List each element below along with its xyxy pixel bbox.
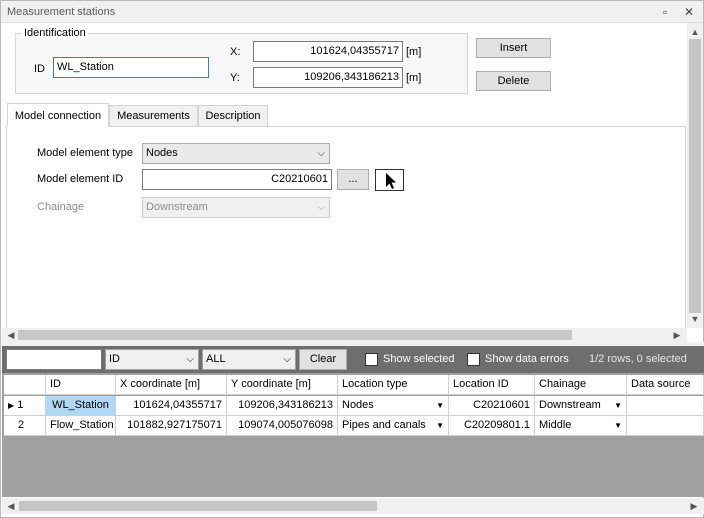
pick-element-button[interactable] <box>375 169 404 191</box>
table-row[interactable]: ▶ 1 WL_Station 101624,04355717 109206,34… <box>2 396 704 416</box>
y-coordinate-input[interactable]: 109206,343186213 <box>253 67 403 88</box>
cell-location-id[interactable]: C20209801.1 <box>449 416 535 436</box>
show-selected-checkbox[interactable] <box>365 353 378 366</box>
cell-id[interactable]: WL_Station <box>46 396 116 416</box>
cell-chainage[interactable]: Middle ▼ <box>535 416 627 436</box>
filter-column-select[interactable]: ID ⌵ <box>105 349 199 370</box>
cell-data-source[interactable] <box>627 416 704 436</box>
show-data-errors-checkbox[interactable] <box>467 353 480 366</box>
cell-location-type[interactable]: Pipes and canals ▼ <box>338 416 449 436</box>
row-number: 2 <box>18 419 25 431</box>
scroll-down-icon[interactable]: ▼ <box>689 314 701 324</box>
cell-y[interactable]: 109206,343186213 <box>227 396 338 416</box>
row-header[interactable]: 2 <box>4 416 46 436</box>
filter-column-value: ID <box>109 353 120 365</box>
scroll-left-icon[interactable]: ◀ <box>5 501 17 511</box>
column-header-chainage[interactable]: Chainage <box>535 375 627 395</box>
cell-x[interactable]: 101624,04355717 <box>116 396 227 416</box>
chainage-label: Chainage <box>37 201 85 213</box>
identification-legend: Identification <box>22 27 88 39</box>
filter-scope-value: ALL <box>206 353 226 365</box>
table-row[interactable]: 2 Flow_Station 101882,927175071 109074,0… <box>2 416 704 436</box>
chevron-down-icon: ⌵ <box>186 354 194 365</box>
dropdown-arrow-icon[interactable]: ▼ <box>436 396 444 415</box>
stations-grid: ID X coordinate [m] Y coordinate [m] Loc… <box>2 373 704 497</box>
column-header-x[interactable]: X coordinate [m] <box>116 375 227 395</box>
show-data-errors-label: Show data errors <box>485 353 569 365</box>
scroll-right-icon[interactable]: ▶ <box>671 330 683 340</box>
column-header-y[interactable]: Y coordinate [m] <box>227 375 338 395</box>
column-header-data-source[interactable]: Data source <box>627 375 704 395</box>
chainage-cell-value: Downstream <box>539 399 601 411</box>
current-row-icon: ▶ <box>8 401 15 410</box>
model-element-type-label: Model element type <box>37 147 133 159</box>
chevron-down-icon: ⌵ <box>317 202 325 213</box>
filter-scope-select[interactable]: ALL ⌵ <box>202 349 296 370</box>
delete-button[interactable]: Delete <box>476 71 551 91</box>
scrollbar-thumb[interactable] <box>19 501 377 511</box>
restore-icon[interactable]: ▫ <box>657 4 673 20</box>
tab-model-connection[interactable]: Model connection <box>7 103 109 127</box>
scroll-right-icon[interactable]: ▶ <box>688 501 700 511</box>
filter-input[interactable] <box>6 349 102 370</box>
scroll-up-icon[interactable]: ▲ <box>689 27 701 37</box>
cursor-arrow-icon <box>386 173 396 189</box>
row-number: 1 <box>17 399 24 411</box>
id-input[interactable]: WL_Station <box>53 57 209 78</box>
tab-measurements[interactable]: Measurements <box>109 105 198 127</box>
dropdown-arrow-icon[interactable]: ▼ <box>436 416 444 435</box>
grid-horizontal-scrollbar[interactable]: ◀ ▶ <box>2 498 704 514</box>
column-header-id[interactable]: ID <box>46 375 116 395</box>
chevron-down-icon: ⌵ <box>283 354 291 365</box>
y-unit: [m] <box>406 72 422 84</box>
chainage-select: Downstream ⌵ <box>142 197 330 218</box>
cell-y[interactable]: 109074,005076098 <box>227 416 338 436</box>
chainage-value: Downstream <box>146 201 208 213</box>
title-bar: Measurement stations ▫ ✕ <box>1 1 703 23</box>
location-type-value: Pipes and canals <box>342 419 426 431</box>
cell-location-id[interactable]: C20210601 <box>449 396 535 416</box>
row-count-status: 1/2 rows, 0 selected <box>589 353 687 365</box>
clear-button[interactable]: Clear <box>299 349 347 370</box>
measurement-stations-window: Measurement stations ▫ ✕ Identification … <box>0 0 704 518</box>
grid-toolbar: ID ⌵ ALL ⌵ Clear Show selected Show data… <box>2 346 704 373</box>
cell-id[interactable]: Flow_Station <box>46 416 116 436</box>
tab-description[interactable]: Description <box>198 105 268 127</box>
x-coordinate-input[interactable]: 101624,04355717 <box>253 41 403 62</box>
insert-button[interactable]: Insert <box>476 38 551 58</box>
model-element-type-select[interactable]: Nodes ⌵ <box>142 143 330 164</box>
upper-horizontal-scrollbar[interactable]: ◀ ▶ <box>2 328 687 342</box>
cell-x[interactable]: 101882,927175071 <box>116 416 227 436</box>
window-title: Measurement stations <box>7 6 116 18</box>
scrollbar-thumb[interactable] <box>18 330 572 340</box>
chevron-down-icon: ⌵ <box>317 148 325 159</box>
model-element-type-value: Nodes <box>146 147 178 159</box>
upper-vertical-scrollbar[interactable]: ▲ ▼ <box>687 23 703 328</box>
grid-header-row: ID X coordinate [m] Y coordinate [m] Loc… <box>2 375 704 395</box>
y-label: Y: <box>230 72 240 84</box>
cell-location-type[interactable]: Nodes ▼ <box>338 396 449 416</box>
browse-button[interactable]: ... <box>337 169 369 190</box>
show-selected-label: Show selected <box>383 353 455 365</box>
x-unit: [m] <box>406 46 422 58</box>
x-label: X: <box>230 46 241 58</box>
scrollbar-thumb[interactable] <box>689 39 701 313</box>
row-header-corner <box>4 375 46 395</box>
model-element-id-label: Model element ID <box>37 173 124 185</box>
model-element-id-input[interactable]: C20210601 <box>142 169 332 190</box>
column-header-location-type[interactable]: Location type <box>338 375 449 395</box>
location-type-value: Nodes <box>342 399 374 411</box>
station-details-panel: Identification ID WL_Station X: 101624,0… <box>2 23 686 328</box>
scroll-left-icon[interactable]: ◀ <box>5 330 17 340</box>
cell-data-source[interactable] <box>627 396 704 416</box>
chainage-cell-value: Middle <box>539 419 572 431</box>
row-header[interactable]: ▶ 1 <box>4 396 46 416</box>
dropdown-arrow-icon[interactable]: ▼ <box>614 416 622 435</box>
cell-chainage[interactable]: Downstream ▼ <box>535 396 627 416</box>
id-label: ID <box>34 63 45 75</box>
column-header-location-id[interactable]: Location ID <box>449 375 535 395</box>
close-icon[interactable]: ✕ <box>681 4 697 20</box>
dropdown-arrow-icon[interactable]: ▼ <box>614 396 622 415</box>
